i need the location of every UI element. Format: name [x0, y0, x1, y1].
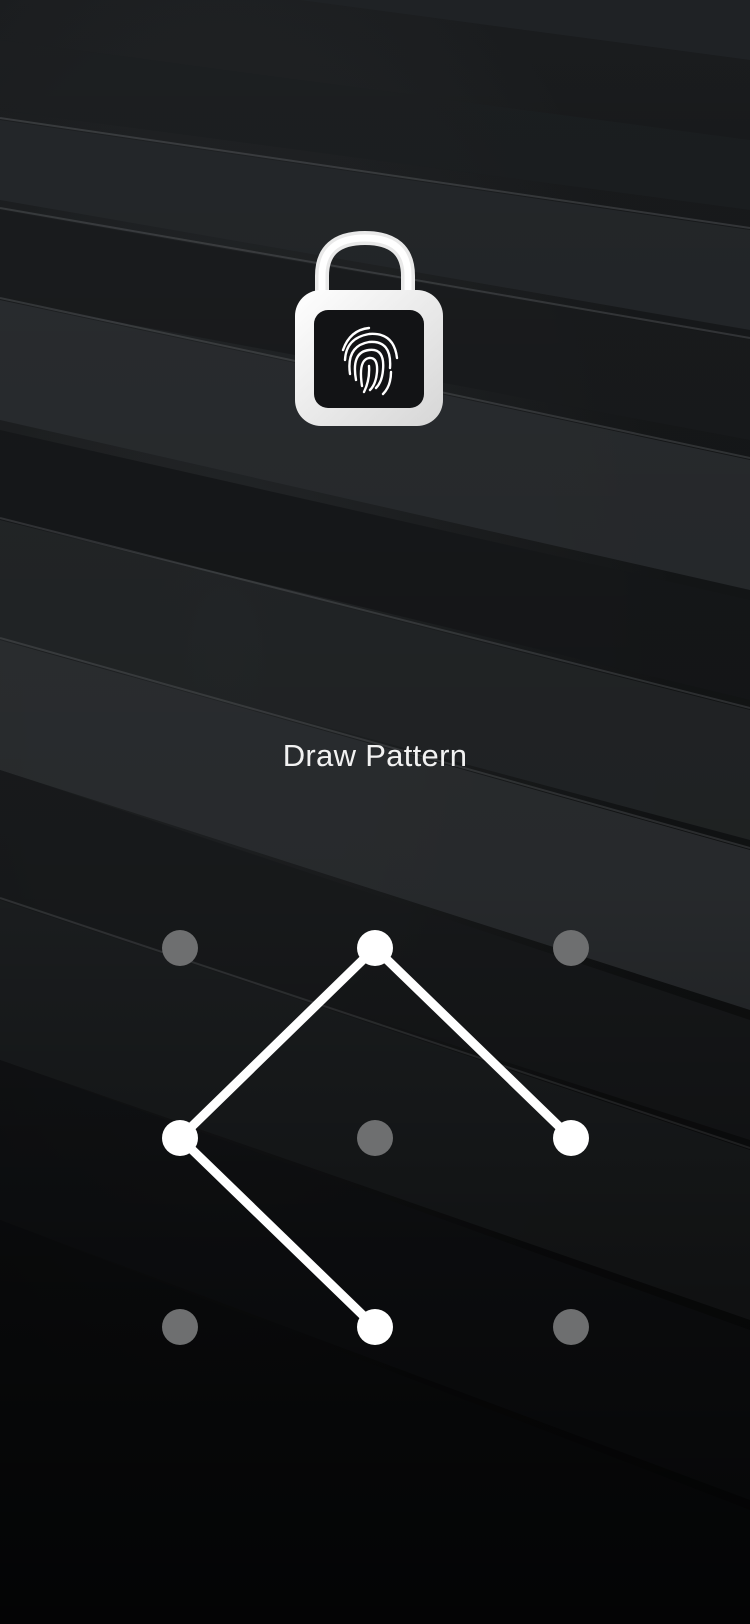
- pattern-dots: [162, 930, 589, 1345]
- pattern-dot-8[interactable]: [357, 1309, 393, 1345]
- pattern-dot-1[interactable]: [162, 930, 198, 966]
- pattern-dot-6[interactable]: [553, 1120, 589, 1156]
- pattern-line: [175, 1133, 380, 1332]
- pattern-dot-7[interactable]: [162, 1309, 198, 1345]
- pattern-dot-5[interactable]: [357, 1120, 393, 1156]
- pattern-dot-3[interactable]: [553, 930, 589, 966]
- lock-screen: Draw Pattern: [0, 0, 750, 1624]
- pattern-dot-4[interactable]: [162, 1120, 198, 1156]
- pattern-dot-9[interactable]: [553, 1309, 589, 1345]
- pattern-dot-2[interactable]: [357, 930, 393, 966]
- pattern-line: [370, 943, 576, 1143]
- pattern-line: [175, 943, 380, 1143]
- pattern-lock-grid[interactable]: [0, 0, 750, 1624]
